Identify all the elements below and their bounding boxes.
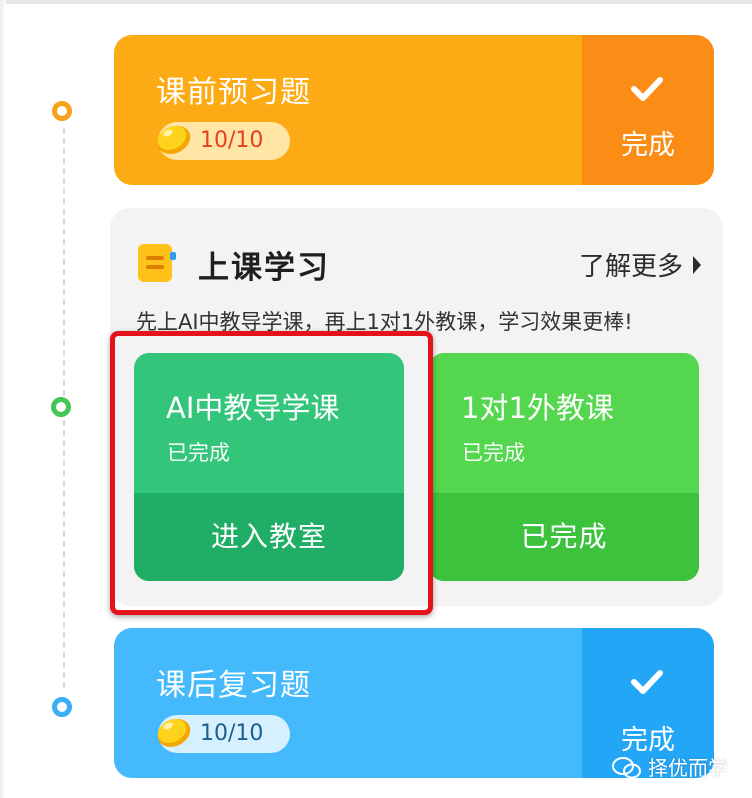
post-class-score-pill: 10/10 <box>157 715 290 753</box>
caret-right-icon <box>693 256 701 274</box>
bean-icon <box>157 719 191 747</box>
lesson-title: 上课学习 <box>198 250 330 286</box>
wechat-icon <box>612 757 641 779</box>
check-icon <box>631 670 663 694</box>
course-status: 已完成 <box>462 441 525 465</box>
pre-class-exercise-card[interactable]: 课前预习题 10/10 完成 <box>114 35 714 185</box>
watermark: 择优而学 <box>612 752 728 781</box>
post-class-score: 10/10 <box>200 721 264 746</box>
pre-class-score: 10/10 <box>200 128 264 153</box>
highlight-annotation-box <box>110 331 433 615</box>
post-class-title: 课后复习题 <box>156 668 311 703</box>
course-completed-button[interactable]: 已完成 <box>429 493 699 581</box>
pre-class-done-block[interactable]: 完成 <box>582 35 714 185</box>
timeline-node-pre-class <box>52 101 72 121</box>
one-on-one-course-card[interactable]: 1对1外教课 已完成 已完成 <box>429 353 699 581</box>
check-icon <box>631 77 663 101</box>
left-edge-shadow <box>0 0 6 798</box>
top-border <box>0 0 752 4</box>
pre-class-title: 课前预习题 <box>156 75 311 110</box>
learn-more-label: 了解更多 <box>578 252 683 282</box>
course-name: 1对1外教课 <box>461 391 614 425</box>
notebook-icon <box>138 244 176 282</box>
bean-icon <box>157 126 191 154</box>
pre-class-done-label: 完成 <box>621 130 675 161</box>
timeline-node-post-class <box>52 697 72 717</box>
watermark-text: 择优而学 <box>648 756 728 780</box>
pre-class-score-pill: 10/10 <box>157 122 290 160</box>
timeline-node-lesson <box>51 397 71 417</box>
learn-more-link[interactable]: 了解更多 <box>579 246 701 283</box>
